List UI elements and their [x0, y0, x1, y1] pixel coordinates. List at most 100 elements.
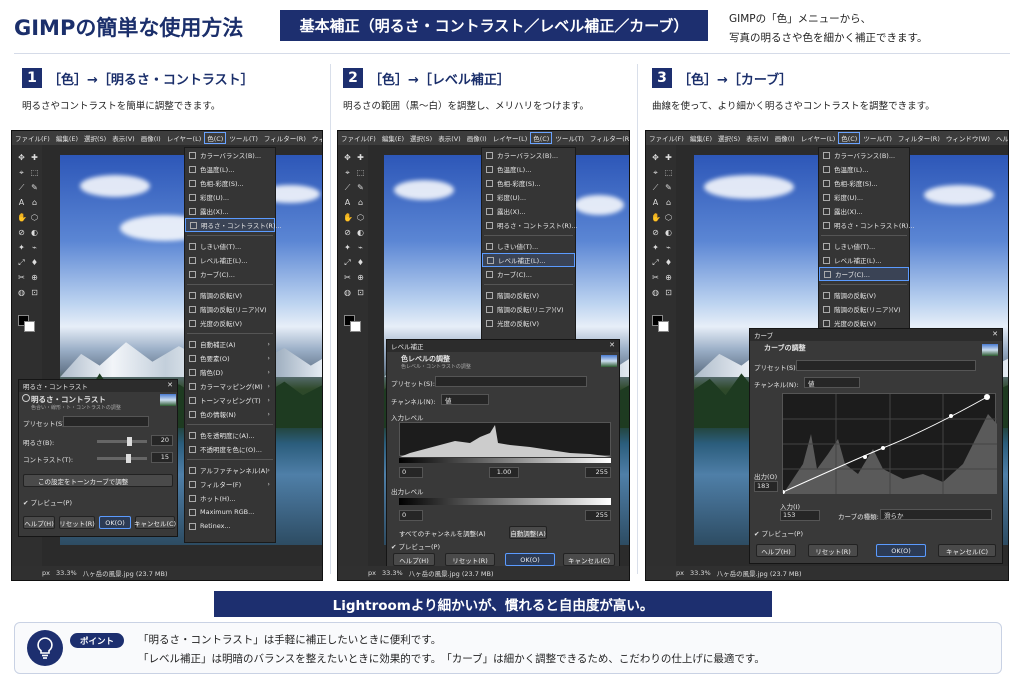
tool-icon[interactable]: ⬚: [30, 168, 39, 177]
background-color-swatch[interactable]: [24, 321, 35, 332]
tool-icon[interactable]: ⊘: [17, 228, 26, 237]
colors-menu-item[interactable]: 色温度(L)...: [482, 162, 575, 176]
ok-button[interactable]: OK(O): [99, 516, 131, 529]
contrast-slider[interactable]: [97, 454, 147, 463]
colors-menu-item[interactable]: 色相-彩度(S)...: [482, 176, 575, 190]
colors-menu-item[interactable]: 光度の反転(V): [185, 316, 275, 330]
colors-menu-item[interactable]: 彩度(U)...: [185, 190, 275, 204]
all-channels-label[interactable]: すべてのチャンネルを調整(A): [399, 528, 486, 538]
tool-icon[interactable]: ◍: [651, 288, 660, 297]
menu-layer[interactable]: レイヤー(L): [164, 133, 205, 143]
auto-button[interactable]: 自動調整(A): [509, 526, 547, 539]
reset-button[interactable]: リセット(R): [445, 553, 495, 566]
unit-select[interactable]: px: [676, 569, 684, 577]
background-color-swatch[interactable]: [658, 321, 669, 332]
colors-menu-item[interactable]: レベル補正(L)...: [482, 253, 575, 267]
tool-icon[interactable]: ⊕: [30, 273, 39, 282]
tool-icon[interactable]: ♦: [664, 258, 673, 267]
colors-menu-item[interactable]: カラーバランス(B)...: [482, 148, 575, 162]
output-value[interactable]: 183: [754, 481, 778, 492]
tool-icon[interactable]: ⊕: [664, 273, 673, 282]
tool-icon[interactable]: A: [651, 198, 660, 207]
menu-colors[interactable]: 色(C): [530, 132, 553, 144]
input-high[interactable]: 255: [585, 467, 611, 478]
ok-button[interactable]: OK(O): [876, 544, 926, 557]
tool-icon[interactable]: ◍: [343, 288, 352, 297]
tool-icon[interactable]: ✎: [664, 183, 673, 192]
colors-menu-item[interactable]: カーブ(C)...: [819, 267, 909, 281]
slider-handle[interactable]: [125, 454, 131, 463]
tool-icon[interactable]: ⌖: [17, 168, 26, 177]
help-button[interactable]: ヘルプ(H): [23, 516, 55, 529]
colors-menu-item[interactable]: しきい値(T)...: [482, 239, 575, 253]
brightness-value[interactable]: 20: [151, 435, 173, 446]
menu-edit[interactable]: 編集(E): [687, 133, 715, 143]
menu-edit[interactable]: 編集(E): [379, 133, 407, 143]
colors-menu-item[interactable]: 露出(X)...: [819, 204, 909, 218]
colors-menu-item[interactable]: フィルター(F) ›: [185, 477, 275, 491]
preset-select[interactable]: [63, 416, 149, 427]
colors-menu-item[interactable]: 自動補正(A) ›: [185, 337, 275, 351]
colors-menu-item[interactable]: Retinex...: [185, 519, 275, 533]
menu-file[interactable]: ファイル(F): [12, 133, 53, 143]
tool-icon[interactable]: ✥: [343, 153, 352, 162]
preview-checkbox[interactable]: ✔ プレビュー(P): [391, 541, 440, 551]
menu-file[interactable]: ファイル(F): [646, 133, 687, 143]
menu-view[interactable]: 表示(V): [109, 133, 138, 143]
tool-icon[interactable]: ⊡: [356, 288, 365, 297]
menu-image[interactable]: 画像(I): [138, 133, 164, 143]
tool-icon[interactable]: ⟋: [651, 183, 660, 192]
cancel-button[interactable]: キャンセル(C): [938, 544, 996, 557]
output-high[interactable]: 255: [585, 510, 611, 521]
curve-graph[interactable]: [781, 393, 997, 494]
menu-edit[interactable]: 編集(E): [53, 133, 81, 143]
tool-icon[interactable]: ✂: [17, 273, 26, 282]
tool-icon[interactable]: ⌂: [356, 198, 365, 207]
colors-menu-item[interactable]: 色の情報(N) ›: [185, 407, 275, 421]
colors-menu-item[interactable]: 明るさ・コントラスト(R)...: [482, 218, 578, 232]
cancel-button[interactable]: キャンセル(C): [563, 553, 615, 566]
menu-view[interactable]: 表示(V): [743, 133, 772, 143]
colors-menu-item[interactable]: 階調の反転(リニア)(V): [482, 302, 575, 316]
help-button[interactable]: ヘルプ(H): [756, 544, 796, 557]
colors-menu-item[interactable]: トーンマッピング(T) ›: [185, 393, 275, 407]
tool-icon[interactable]: ⤢: [343, 258, 352, 267]
background-color-swatch[interactable]: [350, 321, 361, 332]
tool-icon[interactable]: ⬡: [356, 213, 365, 222]
tool-icon[interactable]: ✂: [651, 273, 660, 282]
tool-icon[interactable]: ⌁: [664, 243, 673, 252]
colors-menu-item[interactable]: カラーマッピング(M) ›: [185, 379, 275, 393]
slider-handle[interactable]: [127, 437, 132, 446]
colors-menu-item[interactable]: 色温度(L)...: [185, 162, 275, 176]
tool-icon[interactable]: ✂: [343, 273, 352, 282]
tool-icon[interactable]: ✚: [356, 153, 365, 162]
ok-button[interactable]: OK(O): [505, 553, 555, 566]
input-gamma[interactable]: 1.00: [489, 467, 519, 478]
menu-layer[interactable]: レイヤー(L): [798, 133, 839, 143]
tool-icon[interactable]: ✚: [664, 153, 673, 162]
colors-menu-item[interactable]: 露出(X)...: [482, 204, 575, 218]
tool-icon[interactable]: ✦: [651, 243, 660, 252]
preview-checkbox[interactable]: ✔ プレビュー(P): [23, 497, 72, 507]
tool-icon[interactable]: ⊡: [664, 288, 673, 297]
menu-filters[interactable]: フィルター(R): [895, 133, 943, 143]
contrast-value[interactable]: 15: [151, 452, 173, 463]
close-icon[interactable]: ✕: [992, 330, 998, 338]
zoom-level[interactable]: 33.3%: [56, 569, 77, 577]
colors-menu-item[interactable]: カラーバランス(B)...: [819, 148, 909, 162]
menu-file[interactable]: ファイル(F): [338, 133, 379, 143]
tool-icon[interactable]: ⤢: [651, 258, 660, 267]
colors-menu-item[interactable]: 色要素(O) ›: [185, 351, 275, 365]
menu-select[interactable]: 選択(S): [407, 133, 435, 143]
tool-icon[interactable]: ✦: [17, 243, 26, 252]
colors-menu-item[interactable]: 露出(X)...: [185, 204, 275, 218]
cancel-button[interactable]: キャンセル(C): [134, 516, 176, 529]
tool-icon[interactable]: ✚: [30, 153, 39, 162]
menu-filters[interactable]: フィルター(R): [261, 133, 309, 143]
tool-icon[interactable]: ⬡: [30, 213, 39, 222]
tool-icon[interactable]: ♦: [30, 258, 39, 267]
preview-checkbox[interactable]: ✔ プレビュー(P): [754, 528, 803, 538]
colors-menu-item[interactable]: カーブ(C)...: [482, 267, 575, 281]
colors-menu-item[interactable]: レベル補正(L)...: [819, 253, 909, 267]
tool-icon[interactable]: ⌂: [30, 198, 39, 207]
